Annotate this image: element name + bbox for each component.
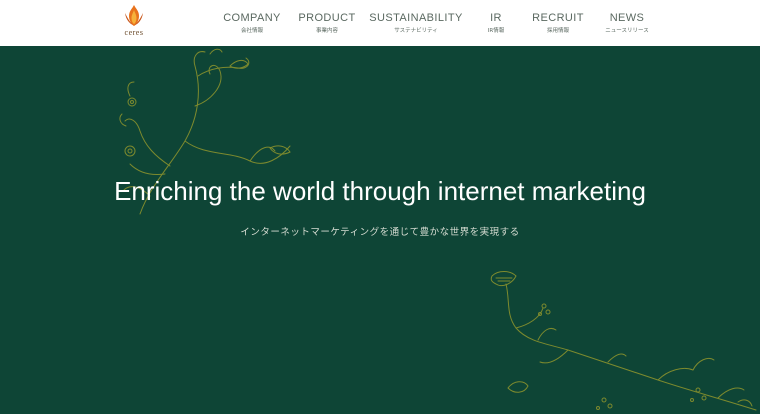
hero-section: Enriching the world through internet mar… xyxy=(0,46,760,414)
main-nav: COMPANY 会社情報 PRODUCT 事業内容 SUSTAINABILITY… xyxy=(0,11,760,41)
nav-item-sustainability[interactable]: SUSTAINABILITY サステナビリティ xyxy=(369,11,462,35)
nav-label: SUSTAINABILITY xyxy=(369,12,463,24)
nav-label: PRODUCT xyxy=(298,12,356,24)
hero-title: Enriching the world through internet mar… xyxy=(114,176,646,206)
nav-sublabel: 会社情報 xyxy=(240,28,264,34)
nav-item-product[interactable]: PRODUCT 事業内容 xyxy=(298,11,355,35)
nav-sublabel: サステナビリティ xyxy=(394,28,438,34)
nav-item-company[interactable]: COMPANY 会社情報 xyxy=(223,11,281,35)
site-header: ceres COMPANY 会社情報 PRODUCT 事業内容 SUSTAINA… xyxy=(0,0,760,46)
nav-sublabel: IR情報 xyxy=(487,28,505,34)
floral-vine-bottom-right xyxy=(490,271,757,411)
nav-sublabel: 事業内容 xyxy=(315,28,339,34)
nav-sublabel: 採用情報 xyxy=(546,28,570,34)
nav-label: IR xyxy=(490,12,502,24)
nav-label: RECRUIT xyxy=(532,12,584,24)
nav-item-news[interactable]: NEWS ニュースリリース xyxy=(605,11,648,35)
nav-label: COMPANY xyxy=(223,12,281,24)
nav-sublabel: ニュースリリース xyxy=(605,28,649,34)
nav-label: NEWS xyxy=(609,12,645,24)
nav-item-recruit[interactable]: RECRUIT 採用情報 xyxy=(532,11,584,35)
hero-subtitle: インターネットマーケティングを通じて豊かな世界を実現する xyxy=(240,227,520,238)
nav-item-ir[interactable]: IR IR情報 xyxy=(488,11,504,35)
